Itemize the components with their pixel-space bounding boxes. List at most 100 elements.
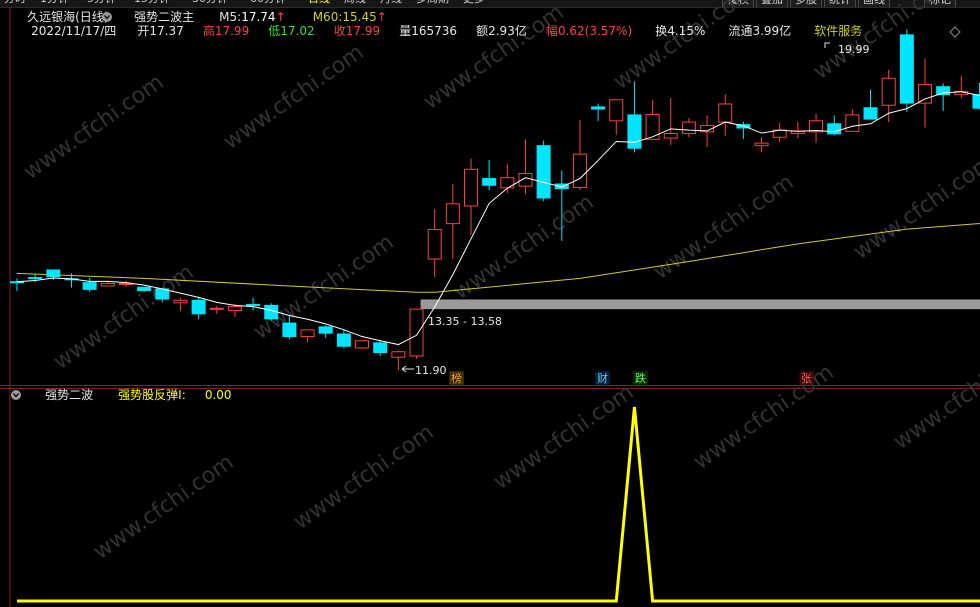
watermark-text: www.cfchi.com: [689, 360, 838, 475]
watermark-layer: www.cfchi.com www.cfchi.com www.cfchi.com w…: [19, 0, 980, 565]
candle: [609, 99, 624, 135]
watermark-text: www.cfchi.com: [649, 170, 798, 285]
candle-body: [318, 326, 333, 334]
collapse-diamond-icon[interactable]: [949, 26, 961, 38]
candle-body: [336, 333, 351, 347]
candle: [681, 117, 696, 138]
candle: [318, 325, 333, 338]
candle: [918, 58, 932, 128]
candle: [300, 329, 315, 343]
candle: [954, 75, 969, 99]
candle: [191, 296, 206, 320]
candle-body: [609, 99, 624, 122]
candle-body: [227, 306, 242, 311]
candle-body: [863, 107, 878, 120]
candle-body: [100, 282, 115, 287]
candle: [336, 329, 351, 349]
candle: [391, 350, 406, 371]
candle: [500, 164, 515, 194]
chart-area: www.cfchi.com www.cfchi.com www.cfchi.com w…: [0, 0, 980, 607]
event-tag-die[interactable]: 跌: [635, 371, 646, 385]
candle-body: [82, 282, 97, 290]
watermark-text: www.cfchi.com: [419, 0, 568, 115]
candle-body: [482, 178, 497, 186]
candle-body: [918, 84, 932, 104]
candle: [736, 121, 751, 139]
candle-body: [754, 142, 769, 147]
candle: [173, 297, 188, 311]
sub-indicator-menu-icon[interactable]: [11, 390, 21, 400]
event-tag-cai[interactable]: 财: [597, 371, 608, 385]
candle-body: [645, 113, 660, 140]
candle-body: [591, 106, 606, 110]
event-tag-zhang[interactable]: 张: [801, 372, 812, 385]
candle-body: [445, 203, 460, 225]
event-tag-bang[interactable]: 榜: [451, 371, 462, 385]
candle: [936, 83, 951, 112]
candle-body: [427, 229, 442, 260]
candle-body: [681, 121, 696, 134]
low-marker-label: 11.90: [415, 364, 447, 377]
candle-body: [391, 351, 406, 358]
candle-body: [373, 342, 388, 354]
candle: [718, 94, 733, 136]
candle: [536, 140, 551, 202]
candle: [409, 308, 424, 359]
quote-line: 2022/11/17/四 开17.37 高17.99 低17.02 收17.99…: [12, 23, 874, 38]
watermark-text: www.cfchi.com: [219, 40, 368, 155]
candle: [209, 306, 224, 314]
candle: [754, 137, 769, 153]
candle-body: [300, 329, 315, 338]
candle-body: [28, 277, 43, 280]
gap-band: [420, 299, 980, 310]
candle-body: [536, 145, 551, 199]
candle-body: [881, 77, 896, 106]
candle-body: [845, 114, 860, 132]
main-indicator[interactable]: 强势二波主 M5:17.74↑ M60:15.45↑: [115, 10, 398, 24]
gap-label: 13.35 - 13.58: [428, 315, 502, 328]
low-marker-arrow-icon: [401, 365, 414, 373]
indicator-menu-icon[interactable]: [102, 12, 112, 22]
candle: [881, 69, 896, 123]
candle: [427, 208, 442, 278]
sub-indicator-header[interactable]: 强势二波 强势股反弹I: 0.00: [26, 388, 243, 402]
candle: [355, 340, 370, 349]
watermark-text: www.cfchi.com: [19, 70, 168, 185]
candle-body: [718, 103, 733, 123]
candle: [464, 158, 478, 235]
watermark-text: www.cfchi.com: [609, 0, 758, 95]
high-marker-label: 19.99: [838, 43, 870, 56]
watermark-text: www.cfchi.com: [489, 380, 638, 495]
candle: [899, 29, 914, 112]
candle: [82, 277, 97, 292]
watermark-text: www.cfchi.com: [449, 190, 598, 305]
candle-body: [209, 307, 224, 310]
high-marker-arrow-icon: [824, 42, 830, 48]
candle: [482, 160, 497, 191]
candle: [10, 278, 24, 292]
candle: [663, 98, 678, 145]
candle: [809, 113, 824, 143]
candle-body: [972, 94, 980, 109]
candle-body: [191, 299, 206, 315]
candle: [572, 119, 587, 190]
candle-body: [355, 340, 370, 349]
candle-body: [572, 153, 587, 188]
candle: [246, 297, 261, 311]
candle-body: [246, 304, 261, 307]
candle-body: [464, 168, 478, 207]
candle-body: [827, 123, 842, 135]
candle-body: [137, 286, 152, 292]
candle: [518, 139, 533, 195]
candle-body: [627, 114, 642, 149]
candle-body: [282, 322, 297, 338]
candle-body: [46, 269, 61, 278]
watermark-text: www.cfchi.com: [889, 340, 980, 455]
watermark-text: www.cfchi.com: [289, 420, 438, 535]
candle: [827, 115, 842, 136]
candle: [790, 122, 805, 139]
candle-body: [899, 34, 914, 104]
candle: [863, 89, 878, 120]
candle: [591, 103, 606, 122]
watermark-text: www.cfchi.com: [89, 450, 238, 565]
